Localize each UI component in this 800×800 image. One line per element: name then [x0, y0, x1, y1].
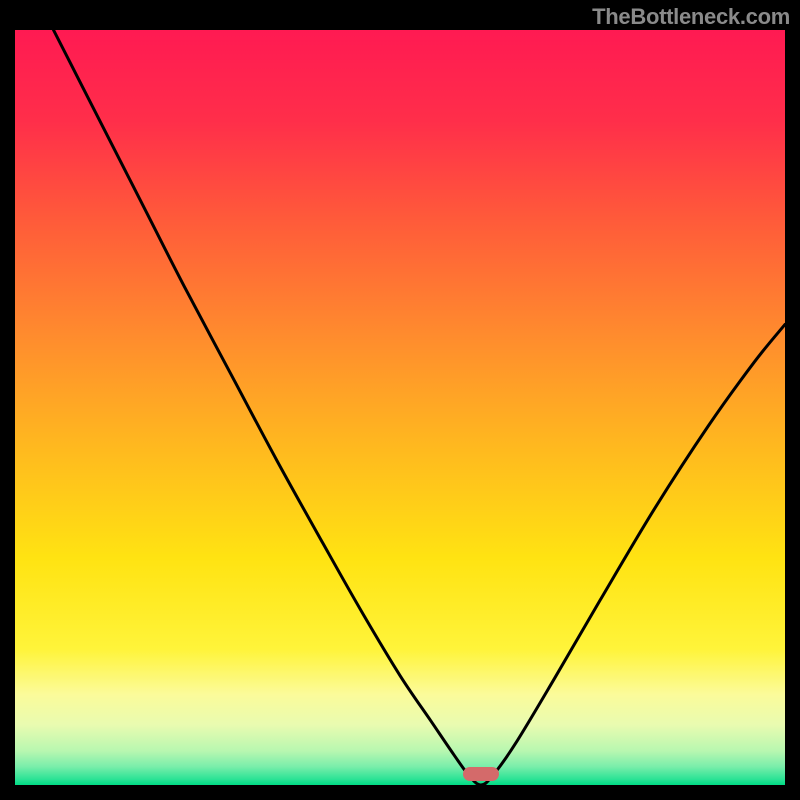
curve-layer — [15, 30, 785, 785]
watermark-text: TheBottleneck.com — [592, 4, 790, 30]
bottleneck-curve-path — [54, 30, 786, 785]
optimal-marker — [463, 767, 499, 781]
chart-frame: TheBottleneck.com — [0, 0, 800, 800]
plot-area — [15, 30, 785, 785]
